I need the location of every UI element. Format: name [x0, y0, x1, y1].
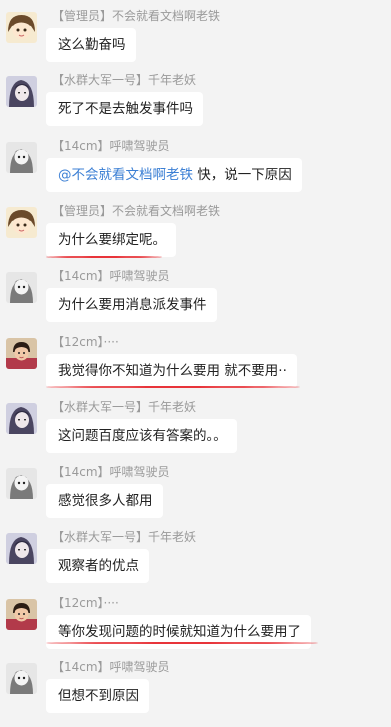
sender-name: 【管理员】不会就看文档啊老铁	[52, 204, 221, 218]
sender-name: 【14cm】呼啸驾驶员	[52, 465, 170, 479]
avatar[interactable]	[6, 142, 37, 173]
sender-name: 【水群大军一号】千年老妖	[52, 73, 197, 87]
avatar[interactable]	[6, 468, 37, 499]
sender-name: 【14cm】呼啸驾驶员	[52, 660, 170, 674]
message-bubble: 但想不到原因	[46, 679, 149, 713]
red-underline-annotation	[46, 642, 318, 644]
red-underline-annotation	[46, 386, 300, 388]
message-bubble: 这么勤奋吗	[46, 28, 136, 62]
message-bubble: 这问题百度应该有答案的。。	[46, 419, 237, 453]
avatar[interactable]	[6, 338, 37, 369]
sender-name: 【管理员】不会就看文档啊老铁	[52, 9, 221, 23]
avatar[interactable]	[6, 207, 37, 238]
avatar[interactable]	[6, 663, 37, 694]
sender-name: 【水群大军一号】千年老妖	[52, 530, 197, 544]
message-bubble: 我觉得你不知道为什么要用 就不要用··	[46, 354, 297, 388]
avatar[interactable]	[6, 272, 37, 303]
sender-name: 【水群大军一号】千年老妖	[52, 400, 197, 414]
sender-name: 【12cm】····	[52, 335, 119, 349]
avatar[interactable]	[6, 403, 37, 434]
avatar[interactable]	[6, 76, 37, 107]
avatar[interactable]	[6, 599, 37, 630]
mention-link[interactable]: @不会就看文档啊老铁	[58, 167, 193, 183]
message-bubble: 死了不是去触发事件吗	[46, 92, 203, 126]
message-bubble: 为什么要绑定呢。	[46, 223, 176, 257]
avatar[interactable]	[6, 533, 37, 564]
sender-name: 【12cm】····	[52, 596, 119, 610]
message-bubble: @不会就看文档啊老铁 快，说一下原因	[46, 158, 302, 192]
avatar[interactable]	[6, 12, 37, 43]
message-bubble: 为什么要用消息派发事件	[46, 288, 217, 322]
red-underline-annotation	[46, 256, 162, 258]
message-bubble: 感觉很多人都用	[46, 484, 163, 518]
message-bubble: 观察者的优点	[46, 549, 149, 583]
sender-name: 【14cm】呼啸驾驶员	[52, 139, 170, 153]
message-text: 快，说一下原因	[193, 167, 292, 183]
sender-name: 【14cm】呼啸驾驶员	[52, 269, 170, 283]
